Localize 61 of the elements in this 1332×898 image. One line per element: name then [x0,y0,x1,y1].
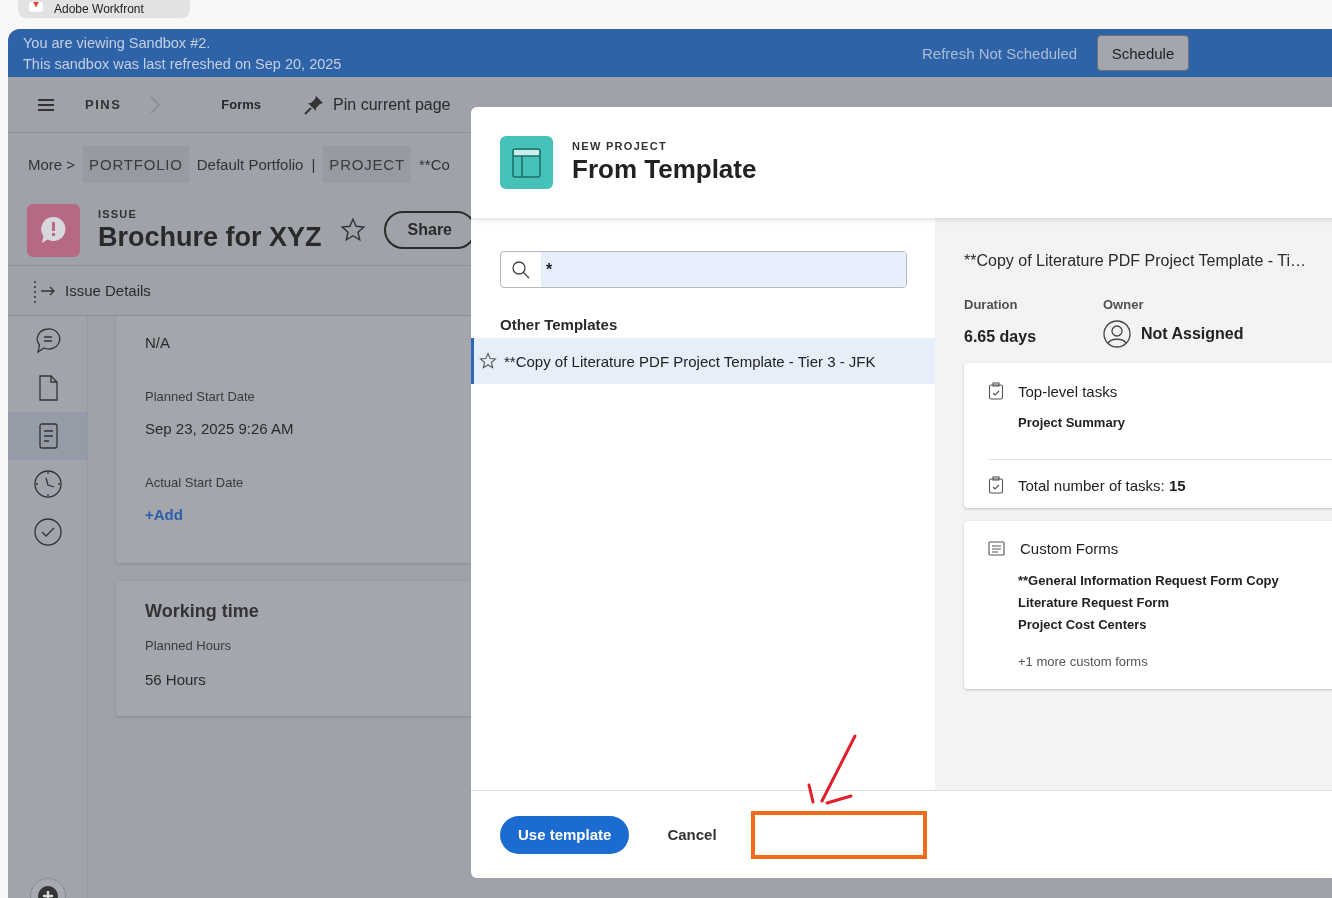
star-icon[interactable] [339,217,366,243]
template-icon [500,136,553,189]
clock-icon [32,469,63,499]
pin-current-page-link[interactable]: Pin current page [333,95,451,114]
refresh-status: Refresh Not Scheduled [922,44,1079,62]
use-template-button[interactable]: Use template [500,815,630,854]
template-title: **Copy of Literature PDF Project Template - Ti… [964,252,1308,270]
breadcrumb-link[interactable]: More > [28,155,76,173]
sandbox-refresh-date: This sandbox was last refreshed on Sep 20, 2025 [23,55,343,72]
more-forms-text: +1 more custom forms [1018,654,1149,669]
issue-details-tab[interactable]: Issue Details [65,282,151,299]
field-label: Actual Start Date [145,475,245,490]
pinned-link[interactable]: Forms [221,97,262,112]
cancel-button[interactable]: Cancel [649,815,735,854]
search-icon [511,259,531,280]
custom-form-name: Literature Request Form [1018,595,1170,610]
breadcrumb-separator: | [311,155,316,173]
template-list-item[interactable]: **Copy of Literature PDF Project Template - Tier 3 - JFK [471,338,935,384]
template-name: **Copy of Literature PDF Project Template - Tier 3 - JFK [504,352,876,370]
breadcrumb-link[interactable]: **Co [418,155,450,173]
breadcrumb-tag[interactable]: PROJECT [323,145,411,183]
menu-icon[interactable] [38,97,54,112]
browser-tab-title: Adobe Workfront [54,2,144,16]
object-type-label: ISSUE [98,207,138,220]
card-title: Working time [145,601,260,622]
custom-form-name: Project Cost Centers [1018,617,1148,632]
clipboard-check-icon [988,476,1004,494]
pin-icon [303,93,326,116]
check-circle-icon [32,517,63,547]
pins-label[interactable]: PINS [85,97,122,112]
duration-label: Duration [964,297,1019,312]
breadcrumb-link[interactable]: Default Portfolio [196,155,304,173]
field-value: N/A [145,334,171,351]
user-avatar-icon [1103,320,1131,348]
custom-form-name: **General Information Request Form Copy [1018,573,1280,588]
section-heading: Other Templates [500,316,619,335]
owner-label: Owner [1103,297,1145,312]
field-value: 56 Hours [145,671,207,688]
list-arrow-icon [32,278,56,303]
form-icon [988,540,1006,557]
card-heading: Top-level tasks [1018,382,1118,400]
clipboard-check-icon [988,382,1004,400]
dialog-eyebrow: NEW PROJECT [572,140,668,152]
sandbox-notice: You are viewing Sandbox #2. [23,34,212,51]
search-field[interactable]: * [500,251,907,288]
field-label: Planned Hours [145,638,232,653]
card-heading: Custom Forms [1020,540,1119,557]
schedule-button[interactable]: Schedule [1097,35,1189,71]
task-name: Project Summary [1018,415,1126,430]
star-icon[interactable] [479,352,497,370]
owner-value: Not Assigned [1141,325,1244,343]
issue-icon [27,203,80,257]
duration-value: 6.65 days [964,328,1038,346]
breadcrumb-tag[interactable]: PORTFOLIO [83,145,189,183]
issue-title: Brochure for XYZ [98,221,322,253]
total-tasks-text: Total number of tasks: 15 [1018,476,1186,494]
field-value: Sep 23, 2025 9:26 AM [145,420,295,437]
field-label: Planned Start Date [145,389,256,404]
rail-item[interactable] [8,412,87,460]
browser-tab[interactable]: Adobe Workfront [18,0,190,18]
dialog-title: From Template [572,154,757,185]
